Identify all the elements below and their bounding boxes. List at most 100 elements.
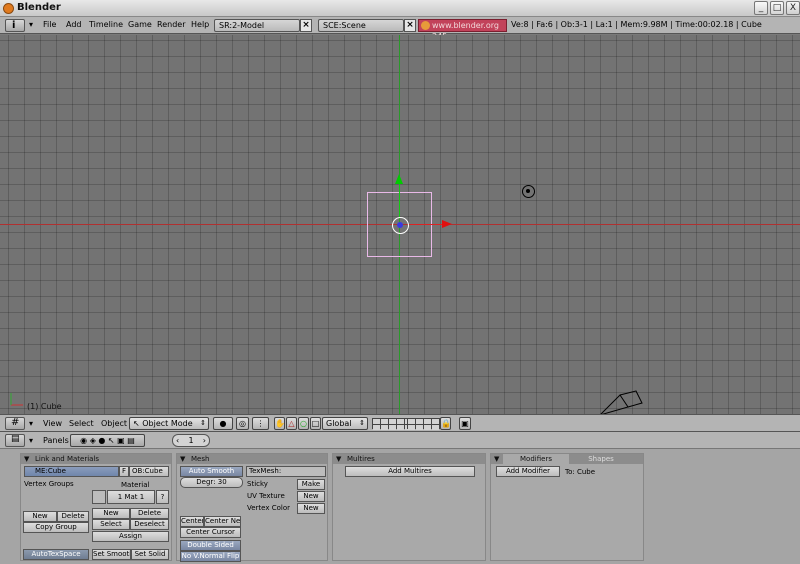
menu-add[interactable]: Add [66,20,82,29]
dots-icon: ⋮ [256,419,265,428]
menu-help[interactable]: Help [191,20,209,29]
menu-view[interactable]: View [43,419,62,428]
editor-type-button[interactable]: # [5,417,25,430]
frame-value: 1 [188,436,194,445]
close-window-button[interactable]: X [786,1,800,15]
context-buttons[interactable]: ◉ ◈ ● ↖ ▣ ▤ [70,434,145,447]
tab-modifiers[interactable]: Modifiers [503,454,569,464]
vgroup-delete-button[interactable]: Delete [57,511,89,522]
degree-spinner[interactable]: Degr: 30 [180,477,243,488]
add-modifier-button[interactable]: Add Modifier [496,466,560,477]
delete-scene-button[interactable]: × [404,19,416,32]
vertex-groups-label: Vertex Groups [24,480,74,488]
material-select-button[interactable]: Select [92,519,130,530]
object-datablock-field[interactable]: OB:Cube [129,466,169,477]
menu-select[interactable]: Select [69,419,94,428]
triangle-icon: △ [288,419,295,428]
mesh-datablock-field[interactable]: ME:Cube [24,466,119,477]
double-sided-toggle[interactable]: Double Sided [180,540,241,551]
sticky-make-button[interactable]: Make [297,479,325,490]
window-titlebar: Blender _ □ X [0,0,800,17]
set-smooth-button[interactable]: Set Smooth [92,549,131,560]
blender-url-badge[interactable]: www.blender.org 245 [418,19,507,41]
y-manipulator[interactable] [399,183,400,217]
frame-spinner[interactable]: ‹ 1 › [172,434,210,447]
center-cursor-button[interactable]: Center Cursor [180,527,241,538]
render-preview-button[interactable]: ▣ [459,417,471,430]
add-multires-button[interactable]: Add Multires [345,466,475,477]
panel-title: Multires [347,455,375,463]
orientation-selector[interactable]: Global ⇕ [322,417,368,430]
y-arrow-icon[interactable] [395,174,403,184]
panel-header[interactable]: ▼ Link and Materials [21,454,171,464]
vertex-color-new-button[interactable]: New [297,503,325,514]
material-delete-button[interactable]: Delete [130,508,169,519]
material-help-button[interactable]: ? [156,490,169,504]
scale-manipulator[interactable]: □ [310,417,321,430]
set-solid-button[interactable]: Set Solid [131,549,169,560]
pivot-button[interactable]: ◎ [236,417,249,430]
center-new-button[interactable]: Center New [204,516,241,527]
menu-file[interactable]: File [43,20,56,29]
material-index-spinner[interactable]: 1 Mat 1 [107,490,155,504]
editor-type-button[interactable]: i [5,19,25,32]
scene-selector[interactable]: SCE:Scene [318,19,404,32]
object-center-icon[interactable] [392,217,409,234]
pivot-icon: ◎ [239,419,246,428]
camera-object-icon[interactable] [598,385,648,414]
maximize-button[interactable]: □ [770,1,784,15]
3d-viewport[interactable]: (1) Cube [0,35,800,414]
material-new-button[interactable]: New [92,508,130,519]
minimize-button[interactable]: _ [754,1,768,15]
collapse-triangle-icon[interactable]: ▼ [494,454,499,464]
collapse-triangle-icon: ▼ [336,455,342,463]
lock-layer-button[interactable]: 🔒 [440,417,451,430]
material-deselect-button[interactable]: Deselect [130,519,169,530]
panel-link-materials: ▼ Link and Materials ME:Cube F OB:Cube Ve… [20,453,172,561]
context-icons: ◉ ◈ ● ↖ ▣ ▤ [80,436,135,445]
circle-icon: ○ [300,419,307,428]
center-button[interactable]: Center [180,516,204,527]
x-arrow-icon[interactable] [442,220,452,228]
manipulator-toggle[interactable]: ✋ [274,417,285,430]
menu-object[interactable]: Object [101,419,127,428]
tab-shapes[interactable]: Shapes [569,454,633,464]
scene-stats: Ve:8 | Fa:6 | Ob:3-1 | La:1 | Mem:9.98M … [511,20,762,29]
mode-selector[interactable]: ↖ Object Mode ⇕ [129,417,209,430]
fake-user-button[interactable]: F [119,466,129,477]
screen-selector[interactable]: SR:2-Model [214,19,300,32]
uv-texture-new-button[interactable]: New [297,491,325,502]
snap-button[interactable]: ⋮ [252,417,269,430]
copy-group-button[interactable]: Copy Group [23,522,89,533]
3d-view-header: # ▾ View Select Object ↖ Object Mode ⇕ ●… [0,414,800,432]
panel-title: Link and Materials [35,455,100,463]
grid-icon: # [11,417,20,428]
delete-screen-button[interactable]: × [300,19,312,32]
no-vnormal-flip-toggle[interactable]: No V.Normal Flip [180,551,241,562]
collapse-menu-icon[interactable]: ▾ [29,436,33,445]
collapse-menu-icon[interactable]: ▾ [29,419,33,428]
texmesh-field[interactable]: TexMesh: [246,466,326,477]
draw-type-button[interactable]: ● [213,417,233,430]
menu-render[interactable]: Render [157,20,185,29]
panel-multires: ▼ Multires Add Multires [332,453,486,561]
vertex-color-label: Vertex Color [247,504,291,512]
editor-type-button[interactable]: ▤ [5,434,25,447]
info-header: i ▾ File Add Timeline Game Render Help S… [0,17,800,41]
material-color-swatch[interactable] [92,490,106,504]
x-manipulator[interactable] [410,224,444,225]
rotate-manipulator[interactable]: ○ [298,417,309,430]
menu-timeline[interactable]: Timeline [89,20,123,29]
vgroup-new-button[interactable]: New [23,511,57,522]
material-assign-button[interactable]: Assign [92,531,169,542]
menu-game[interactable]: Game [128,20,152,29]
panel-header[interactable]: ▼ Mesh [177,454,327,464]
sticky-label: Sticky [247,480,268,488]
lamp-object-icon[interactable] [522,185,535,198]
collapse-menu-icon[interactable]: ▾ [29,20,33,29]
mode-icon: ↖ [133,419,140,428]
auto-smooth-toggle[interactable]: Auto Smooth [180,466,243,477]
autotexspace-toggle[interactable]: AutoTexSpace [23,549,89,560]
panel-header[interactable]: ▼ Multires [333,454,485,464]
translate-manipulator[interactable]: △ [286,417,297,430]
